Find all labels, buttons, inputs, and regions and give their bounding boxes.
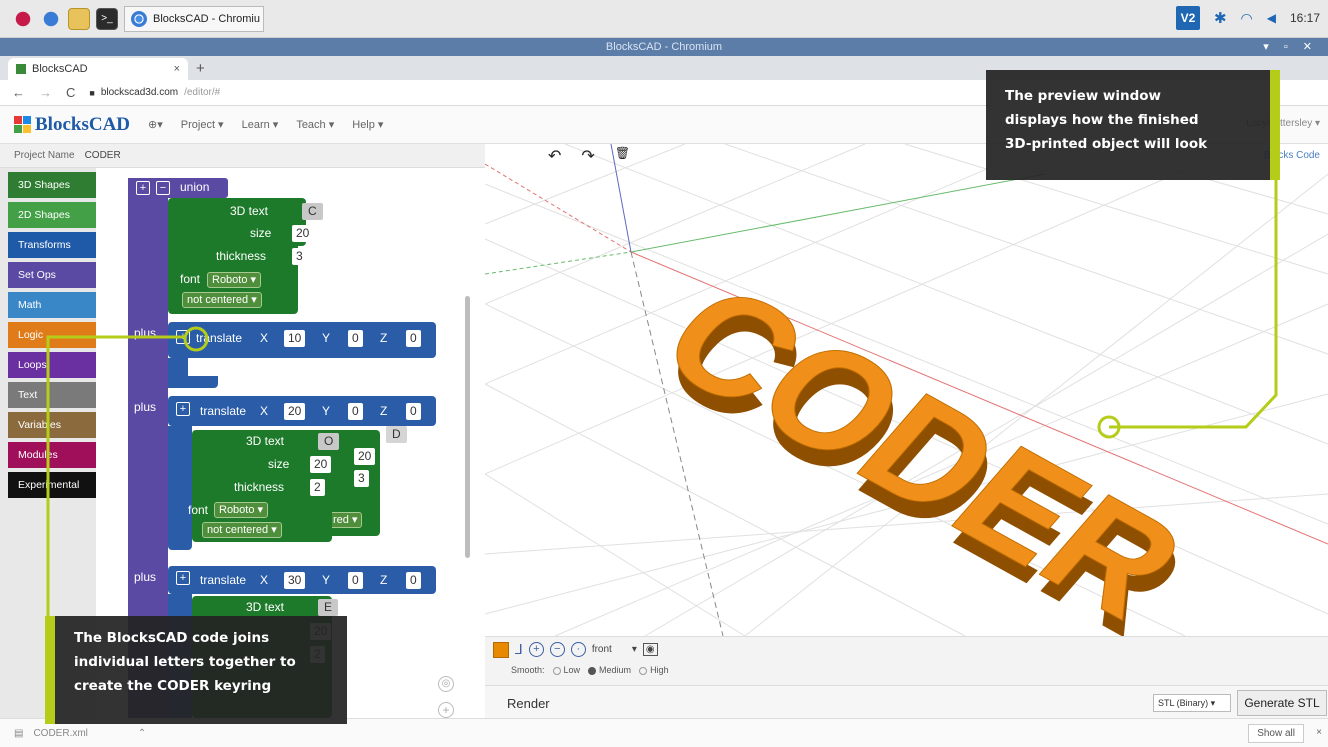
- viewer-callout-accent: [1270, 70, 1280, 180]
- viewer-callout-line: The preview window: [1005, 88, 1162, 104]
- code-callout-line: The BlocksCAD code joins: [74, 630, 270, 646]
- viewer-callout-line: 3D-printed object will look: [1005, 136, 1208, 152]
- code-callout-accent: [45, 616, 55, 724]
- code-callout-line: individual letters together to: [74, 654, 296, 670]
- code-callout-line: create the CODER keyring: [74, 678, 272, 694]
- viewer-callout-line: displays how the finished: [1005, 112, 1199, 128]
- code-callout: The BlocksCAD code joins individual lett…: [55, 616, 347, 724]
- viewer-callout: The preview window displays how the fini…: [986, 70, 1270, 180]
